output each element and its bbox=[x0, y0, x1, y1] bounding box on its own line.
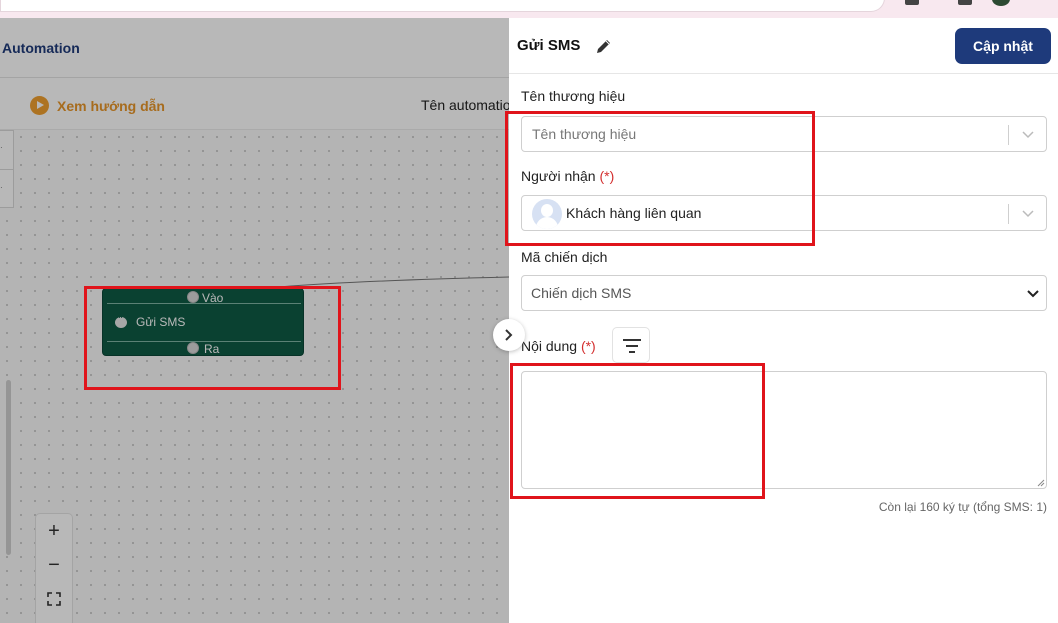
required-mark: (*) bbox=[580, 338, 596, 354]
campaign-label: Mã chiến dịch bbox=[521, 249, 608, 265]
filter-lines-icon bbox=[623, 339, 641, 353]
send-sms-panel: Gửi SMS Cập nhật Tên thương hiệu Tên thư… bbox=[509, 18, 1058, 623]
brand-placeholder: Tên thương hiệu bbox=[532, 126, 637, 142]
panel-title: Gửi SMS bbox=[517, 37, 581, 54]
recipient-label-text: Người nhận bbox=[521, 168, 596, 184]
recipient-select[interactable]: Khách hàng liên quan bbox=[521, 195, 1047, 231]
brand-label: Tên thương hiệu bbox=[521, 88, 626, 104]
personalization-filter-button[interactable] bbox=[612, 327, 650, 363]
update-button[interactable]: Cập nhật bbox=[955, 28, 1051, 64]
chevron-right-icon bbox=[505, 329, 513, 341]
extensions-icon[interactable] bbox=[905, 0, 919, 5]
brand-select[interactable]: Tên thương hiệu bbox=[521, 116, 1047, 152]
content-label: Nội dung (*) bbox=[521, 338, 596, 354]
profile-avatar-icon[interactable] bbox=[992, 0, 1010, 6]
chevron-down-icon bbox=[1027, 290, 1039, 298]
address-bar[interactable]: , ⌄ bbox=[0, 0, 885, 12]
content-label-text: Nội dung bbox=[521, 338, 578, 354]
char-count: Còn lại 160 ký tự (tổng SMS: 1) bbox=[878, 500, 1047, 514]
chevron-down-icon bbox=[1022, 210, 1034, 218]
chevron-down-icon bbox=[1022, 131, 1034, 139]
pencil-icon[interactable] bbox=[595, 37, 613, 55]
recipient-value: Khách hàng liên quan bbox=[566, 205, 702, 221]
browser-toolbar-strip: , ⌄ bbox=[0, 0, 1058, 18]
campaign-select[interactable]: Chiến dịch SMS bbox=[521, 275, 1047, 311]
resize-grip-icon[interactable] bbox=[1036, 478, 1045, 487]
required-mark: (*) bbox=[599, 168, 615, 184]
user-avatar-icon bbox=[532, 199, 562, 229]
panel-header: Gửi SMS Cập nhật bbox=[509, 18, 1058, 74]
campaign-value: Chiến dịch SMS bbox=[531, 285, 632, 301]
content-textarea[interactable] bbox=[521, 371, 1047, 489]
browser-menu-icon[interactable] bbox=[958, 0, 972, 5]
collapse-panel-button[interactable] bbox=[493, 319, 525, 351]
modal-overlay[interactable] bbox=[0, 18, 509, 623]
recipient-label: Người nhận (*) bbox=[521, 168, 614, 184]
